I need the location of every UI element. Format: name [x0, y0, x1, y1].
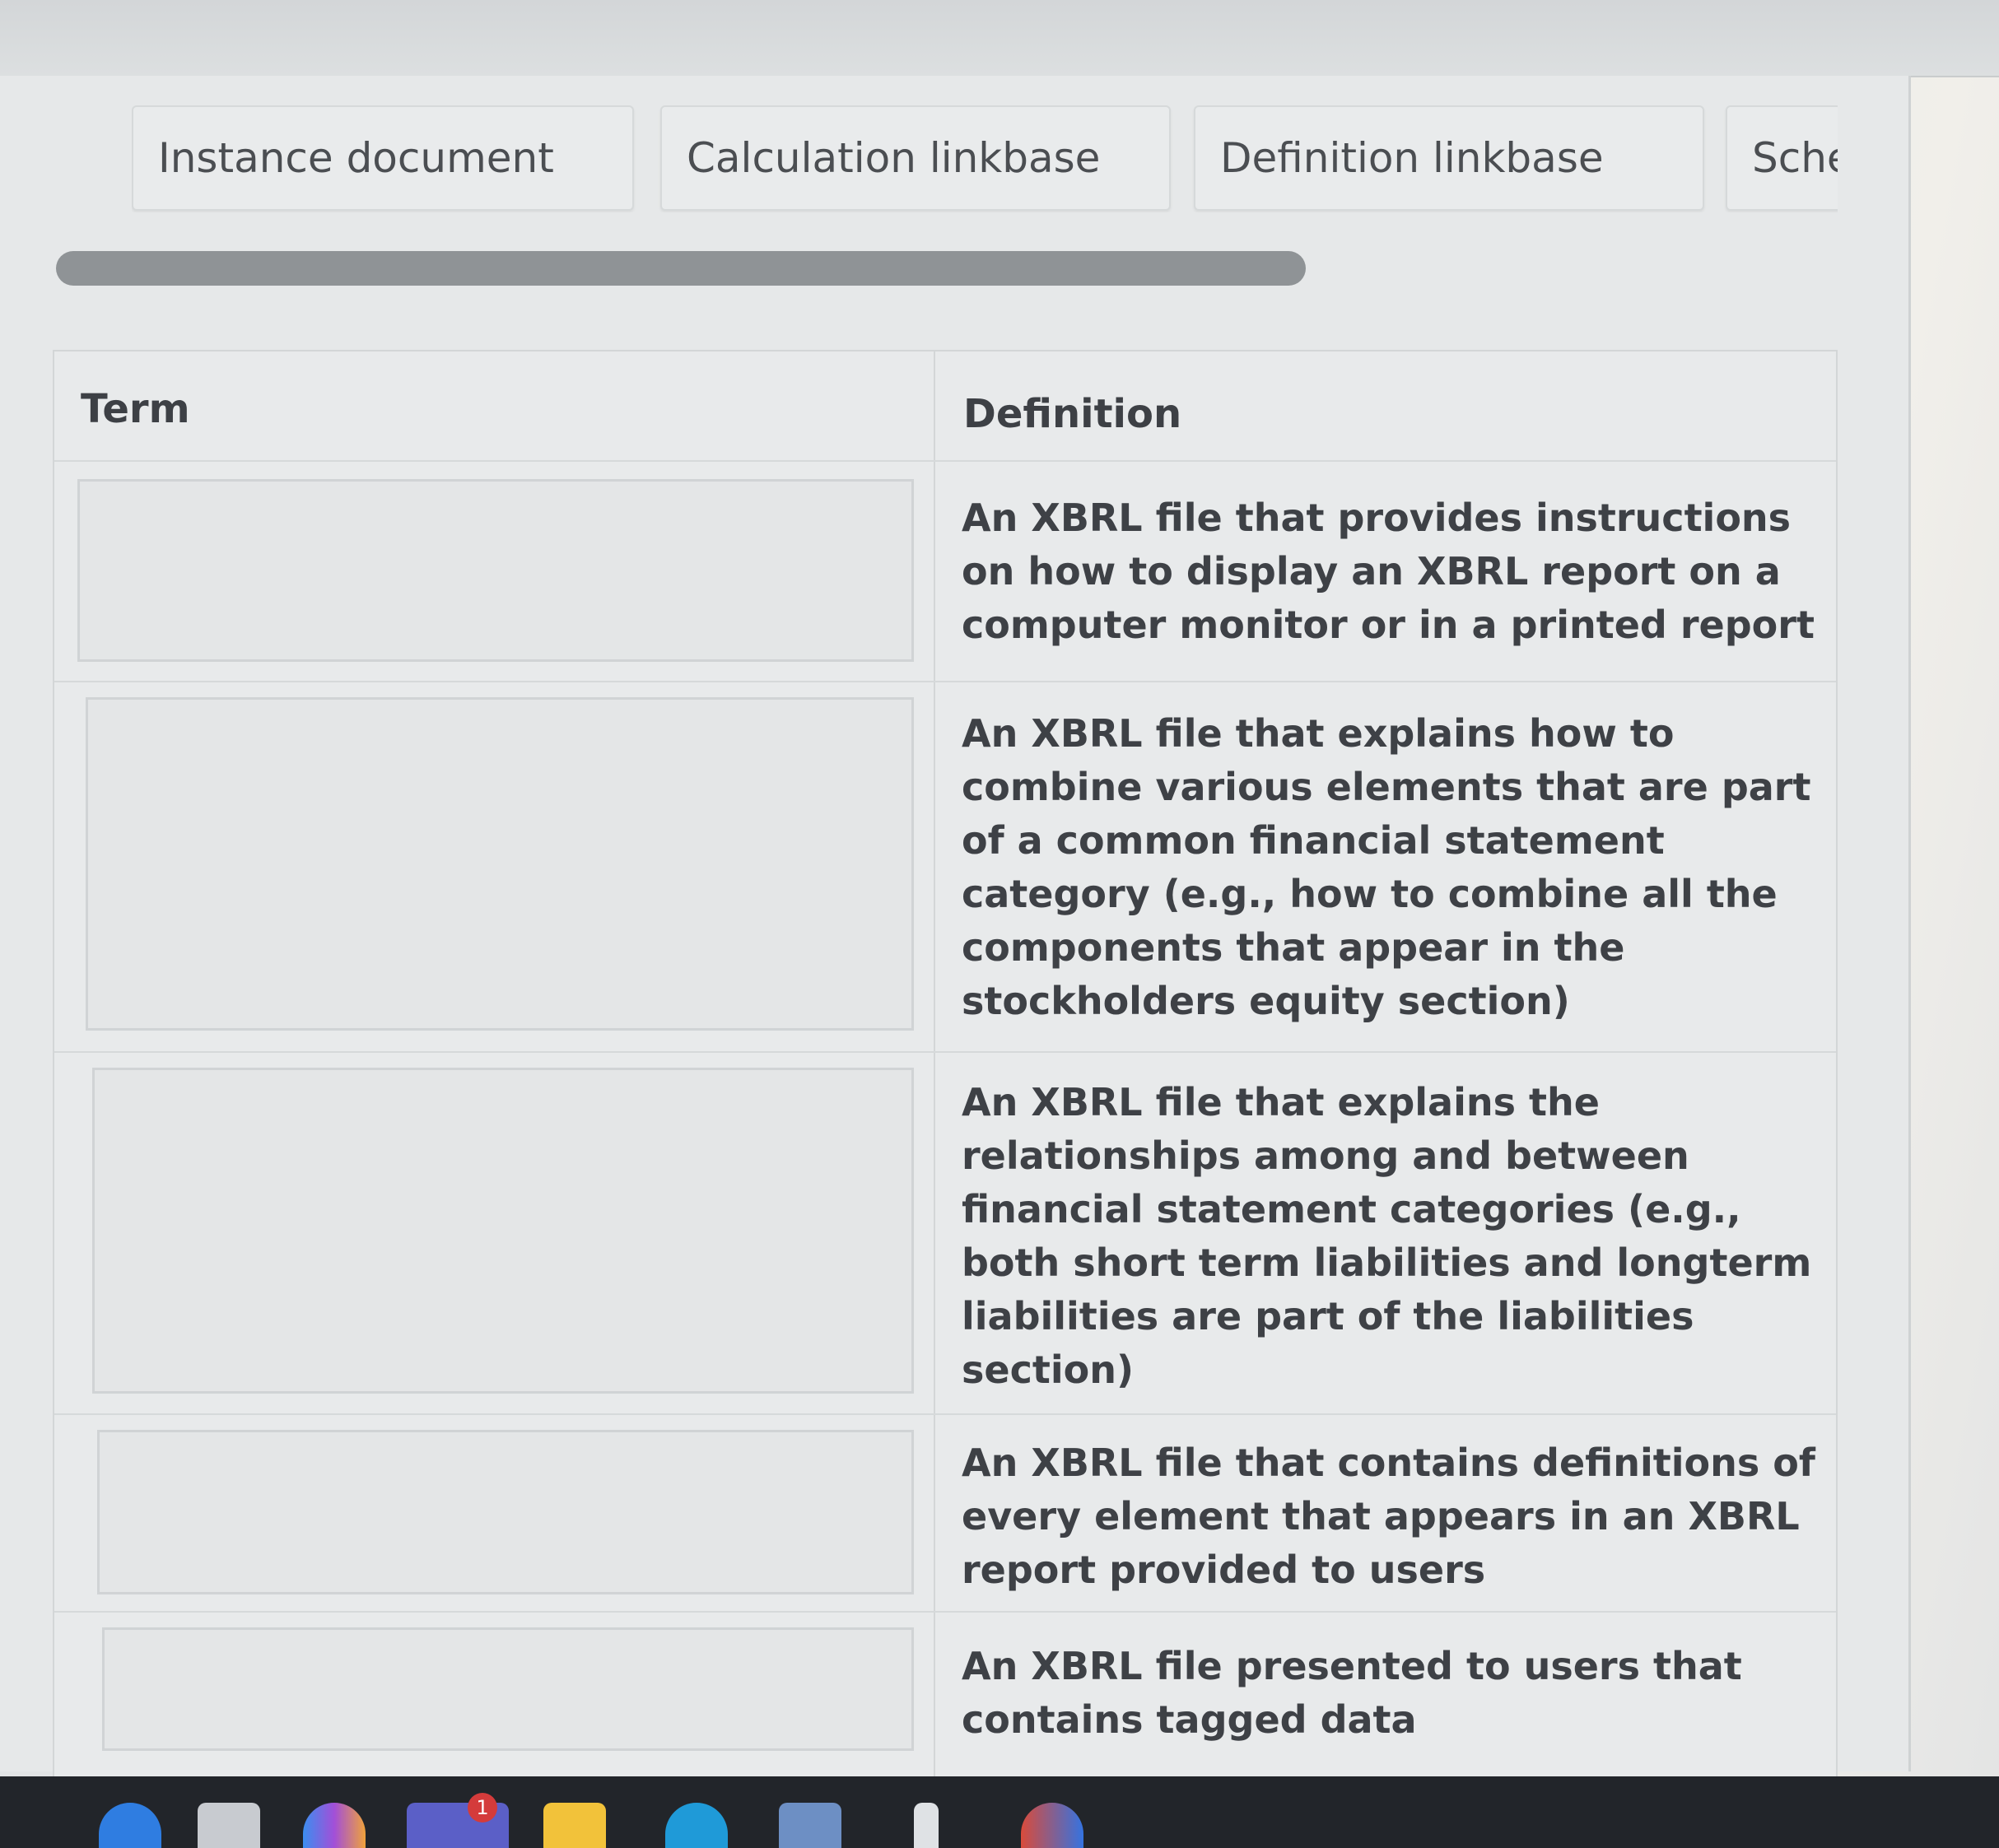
choice-instance-document[interactable]: Instance document — [132, 105, 634, 211]
files-icon[interactable] — [198, 1803, 260, 1848]
browser-icon[interactable] — [665, 1803, 728, 1848]
folder-icon[interactable] — [543, 1803, 606, 1848]
definition-3: An XBRL file that explains the relations… — [962, 1080, 1812, 1392]
term-dropzone-1[interactable] — [77, 479, 914, 662]
notification-badge: 1 — [468, 1793, 497, 1822]
screen: Instance document Calculation linkbase D… — [0, 0, 1999, 1848]
windows-taskbar: 1 — [0, 1776, 1999, 1848]
term-dropzone-4[interactable] — [97, 1430, 914, 1594]
answer-choices-bank: Instance document Calculation linkbase D… — [132, 105, 1838, 212]
row-divider — [54, 1413, 1836, 1415]
scrollbar-thumb[interactable] — [56, 251, 1306, 286]
copilot-icon[interactable] — [99, 1803, 161, 1848]
choice-schema[interactable]: Sche — [1726, 105, 1838, 211]
pen-icon[interactable] — [914, 1803, 939, 1848]
term-dropzone-3[interactable] — [92, 1068, 914, 1394]
chrome-icon[interactable] — [1021, 1803, 1083, 1848]
calendar-icon[interactable] — [779, 1803, 841, 1848]
definition-5: An XBRL file presented to users that con… — [962, 1644, 1742, 1742]
term-dropzone-5[interactable] — [102, 1627, 914, 1751]
row-divider — [54, 460, 1836, 462]
column-divider — [934, 351, 935, 1784]
term-header: Term — [81, 386, 190, 432]
row-divider — [54, 681, 1836, 682]
row-divider — [54, 1051, 1836, 1053]
row-divider — [54, 1611, 1836, 1613]
definition-1: An XBRL file that provides instructions … — [962, 496, 1815, 647]
edge-icon[interactable] — [303, 1803, 366, 1848]
choice-calculation-linkbase[interactable]: Calculation linkbase — [660, 105, 1171, 211]
choice-definition-linkbase[interactable]: Definition linkbase — [1194, 105, 1704, 211]
definition-header: Definition — [963, 391, 1182, 437]
term-dropzone-2[interactable] — [86, 697, 914, 1031]
browser-top-strip — [0, 0, 1999, 77]
definition-2: An XBRL file that explains how to combin… — [962, 711, 1811, 1023]
definition-4: An XBRL file that contains definitions o… — [962, 1441, 1815, 1592]
matching-table: Term Definition An XBRL file that provid… — [53, 350, 1838, 1785]
horizontal-scrollbar[interactable] — [56, 251, 1306, 286]
